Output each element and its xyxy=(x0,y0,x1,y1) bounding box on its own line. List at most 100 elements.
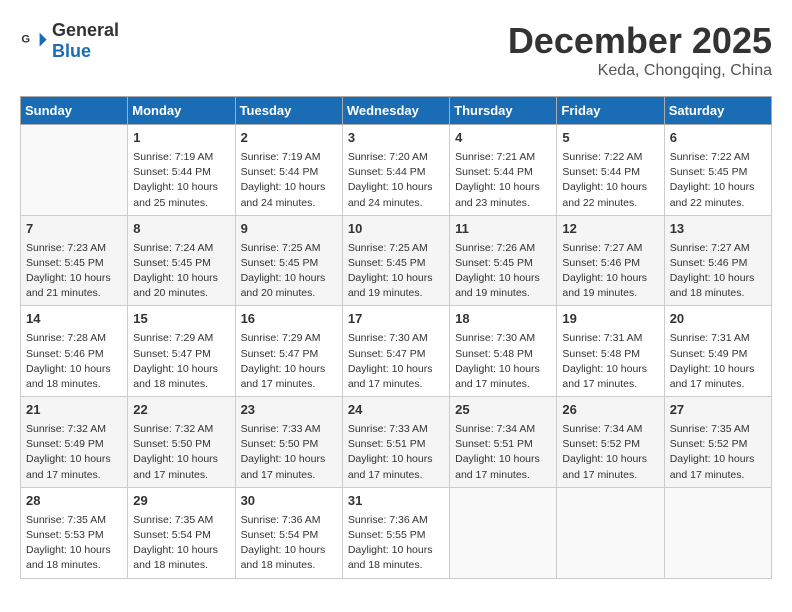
day-info: Sunrise: 7:23 AM Sunset: 5:45 PM Dayligh… xyxy=(26,241,122,302)
calendar-cell: 21 Sunrise: 7:32 AM Sunset: 5:49 PM Dayli… xyxy=(21,397,128,488)
day-number: 26 xyxy=(562,401,658,420)
day-number: 6 xyxy=(670,129,766,148)
day-number: 8 xyxy=(133,220,229,239)
calendar-cell: 20 Sunrise: 7:31 AM Sunset: 5:49 PM Dayli… xyxy=(664,306,771,397)
calendar-cell xyxy=(664,487,771,578)
day-number: 17 xyxy=(348,310,444,329)
day-info: Sunrise: 7:30 AM Sunset: 5:48 PM Dayligh… xyxy=(455,331,551,392)
logo-blue: Blue xyxy=(52,41,91,61)
day-info: Sunrise: 7:25 AM Sunset: 5:45 PM Dayligh… xyxy=(241,241,337,302)
day-number: 2 xyxy=(241,129,337,148)
day-info: Sunrise: 7:25 AM Sunset: 5:45 PM Dayligh… xyxy=(348,241,444,302)
calendar-cell xyxy=(450,487,557,578)
col-header-monday: Monday xyxy=(128,97,235,125)
day-number: 4 xyxy=(455,129,551,148)
day-number: 16 xyxy=(241,310,337,329)
week-row-5: 28Sunrise: 7:35 AM Sunset: 5:53 PM Dayli… xyxy=(21,487,772,578)
calendar-cell: 4 Sunrise: 7:21 AM Sunset: 5:44 PM Daylig… xyxy=(450,125,557,216)
col-header-sunday: Sunday xyxy=(21,97,128,125)
day-info: Sunrise: 7:36 AM Sunset: 5:54 PM Dayligh… xyxy=(241,513,337,574)
calendar-header: SundayMondayTuesdayWednesdayThursdayFrid… xyxy=(21,97,772,125)
day-number: 7 xyxy=(26,220,122,239)
logo-icon: G xyxy=(20,27,48,55)
logo: G General Blue xyxy=(20,20,119,62)
day-number: 3 xyxy=(348,129,444,148)
calendar-cell: 12Sunrise: 7:27 AM Sunset: 5:46 PM Dayli… xyxy=(557,215,664,306)
title-block: December 2025 Keda, Chongqing, China xyxy=(508,20,772,80)
calendar-cell: 7 Sunrise: 7:23 AM Sunset: 5:45 PM Daylig… xyxy=(21,215,128,306)
calendar-cell: 9 Sunrise: 7:25 AM Sunset: 5:45 PM Daylig… xyxy=(235,215,342,306)
calendar-cell: 2 Sunrise: 7:19 AM Sunset: 5:44 PM Daylig… xyxy=(235,125,342,216)
day-info: Sunrise: 7:29 AM Sunset: 5:47 PM Dayligh… xyxy=(133,331,229,392)
day-info: Sunrise: 7:22 AM Sunset: 5:44 PM Dayligh… xyxy=(562,150,658,211)
col-header-saturday: Saturday xyxy=(664,97,771,125)
logo-general: General xyxy=(52,20,119,40)
day-number: 12 xyxy=(562,220,658,239)
day-number: 30 xyxy=(241,492,337,511)
day-number: 18 xyxy=(455,310,551,329)
calendar-cell: 30 Sunrise: 7:36 AM Sunset: 5:54 PM Dayli… xyxy=(235,487,342,578)
calendar-cell: 5 Sunrise: 7:22 AM Sunset: 5:44 PM Daylig… xyxy=(557,125,664,216)
calendar-cell: 27 Sunrise: 7:35 AM Sunset: 5:52 PM Dayli… xyxy=(664,397,771,488)
day-info: Sunrise: 7:36 AM Sunset: 5:55 PM Dayligh… xyxy=(348,513,444,574)
calendar-cell: 29 Sunrise: 7:35 AM Sunset: 5:54 PM Dayli… xyxy=(128,487,235,578)
calendar-cell xyxy=(557,487,664,578)
calendar-cell: 31Sunrise: 7:36 AM Sunset: 5:55 PM Dayli… xyxy=(342,487,449,578)
calendar-cell: 14Sunrise: 7:28 AM Sunset: 5:46 PM Dayli… xyxy=(21,306,128,397)
day-number: 21 xyxy=(26,401,122,420)
day-number: 14 xyxy=(26,310,122,329)
day-info: Sunrise: 7:26 AM Sunset: 5:45 PM Dayligh… xyxy=(455,241,551,302)
day-info: Sunrise: 7:35 AM Sunset: 5:53 PM Dayligh… xyxy=(26,513,122,574)
week-row-1: 1Sunrise: 7:19 AM Sunset: 5:44 PM Daylig… xyxy=(21,125,772,216)
day-number: 15 xyxy=(133,310,229,329)
svg-text:G: G xyxy=(21,33,30,45)
calendar-cell: 16Sunrise: 7:29 AM Sunset: 5:47 PM Dayli… xyxy=(235,306,342,397)
calendar-cell: 1Sunrise: 7:19 AM Sunset: 5:44 PM Daylig… xyxy=(128,125,235,216)
calendar-cell: 10Sunrise: 7:25 AM Sunset: 5:45 PM Dayli… xyxy=(342,215,449,306)
week-row-2: 7 Sunrise: 7:23 AM Sunset: 5:45 PM Daylig… xyxy=(21,215,772,306)
day-info: Sunrise: 7:32 AM Sunset: 5:49 PM Dayligh… xyxy=(26,422,122,483)
day-info: Sunrise: 7:24 AM Sunset: 5:45 PM Dayligh… xyxy=(133,241,229,302)
calendar-cell: 13 Sunrise: 7:27 AM Sunset: 5:46 PM Dayli… xyxy=(664,215,771,306)
day-number: 5 xyxy=(562,129,658,148)
day-info: Sunrise: 7:19 AM Sunset: 5:44 PM Dayligh… xyxy=(241,150,337,211)
calendar-cell: 18 Sunrise: 7:30 AM Sunset: 5:48 PM Dayli… xyxy=(450,306,557,397)
col-header-thursday: Thursday xyxy=(450,97,557,125)
day-number: 27 xyxy=(670,401,766,420)
day-number: 20 xyxy=(670,310,766,329)
calendar-cell: 3 Sunrise: 7:20 AM Sunset: 5:44 PM Daylig… xyxy=(342,125,449,216)
day-number: 19 xyxy=(562,310,658,329)
col-header-wednesday: Wednesday xyxy=(342,97,449,125)
day-info: Sunrise: 7:19 AM Sunset: 5:44 PM Dayligh… xyxy=(133,150,229,211)
day-info: Sunrise: 7:27 AM Sunset: 5:46 PM Dayligh… xyxy=(670,241,766,302)
calendar-cell: 24 Sunrise: 7:33 AM Sunset: 5:51 PM Dayli… xyxy=(342,397,449,488)
day-info: Sunrise: 7:33 AM Sunset: 5:50 PM Dayligh… xyxy=(241,422,337,483)
calendar-cell: 22Sunrise: 7:32 AM Sunset: 5:50 PM Dayli… xyxy=(128,397,235,488)
day-number: 23 xyxy=(241,401,337,420)
day-info: Sunrise: 7:30 AM Sunset: 5:47 PM Dayligh… xyxy=(348,331,444,392)
day-number: 9 xyxy=(241,220,337,239)
calendar-cell: 28Sunrise: 7:35 AM Sunset: 5:53 PM Dayli… xyxy=(21,487,128,578)
day-info: Sunrise: 7:20 AM Sunset: 5:44 PM Dayligh… xyxy=(348,150,444,211)
calendar-cell: 17 Sunrise: 7:30 AM Sunset: 5:47 PM Dayli… xyxy=(342,306,449,397)
day-number: 29 xyxy=(133,492,229,511)
location-title: Keda, Chongqing, China xyxy=(508,62,772,80)
calendar-cell: 6 Sunrise: 7:22 AM Sunset: 5:45 PM Daylig… xyxy=(664,125,771,216)
day-info: Sunrise: 7:33 AM Sunset: 5:51 PM Dayligh… xyxy=(348,422,444,483)
week-row-3: 14Sunrise: 7:28 AM Sunset: 5:46 PM Dayli… xyxy=(21,306,772,397)
calendar-cell xyxy=(21,125,128,216)
day-info: Sunrise: 7:22 AM Sunset: 5:45 PM Dayligh… xyxy=(670,150,766,211)
day-info: Sunrise: 7:35 AM Sunset: 5:52 PM Dayligh… xyxy=(670,422,766,483)
day-number: 25 xyxy=(455,401,551,420)
day-info: Sunrise: 7:31 AM Sunset: 5:49 PM Dayligh… xyxy=(670,331,766,392)
col-header-friday: Friday xyxy=(557,97,664,125)
calendar-cell: 19Sunrise: 7:31 AM Sunset: 5:48 PM Dayli… xyxy=(557,306,664,397)
day-number: 24 xyxy=(348,401,444,420)
day-info: Sunrise: 7:35 AM Sunset: 5:54 PM Dayligh… xyxy=(133,513,229,574)
day-info: Sunrise: 7:34 AM Sunset: 5:51 PM Dayligh… xyxy=(455,422,551,483)
col-header-tuesday: Tuesday xyxy=(235,97,342,125)
calendar-table: SundayMondayTuesdayWednesdayThursdayFrid… xyxy=(20,96,772,579)
calendar-cell: 15 Sunrise: 7:29 AM Sunset: 5:47 PM Dayli… xyxy=(128,306,235,397)
day-info: Sunrise: 7:21 AM Sunset: 5:44 PM Dayligh… xyxy=(455,150,551,211)
day-number: 13 xyxy=(670,220,766,239)
